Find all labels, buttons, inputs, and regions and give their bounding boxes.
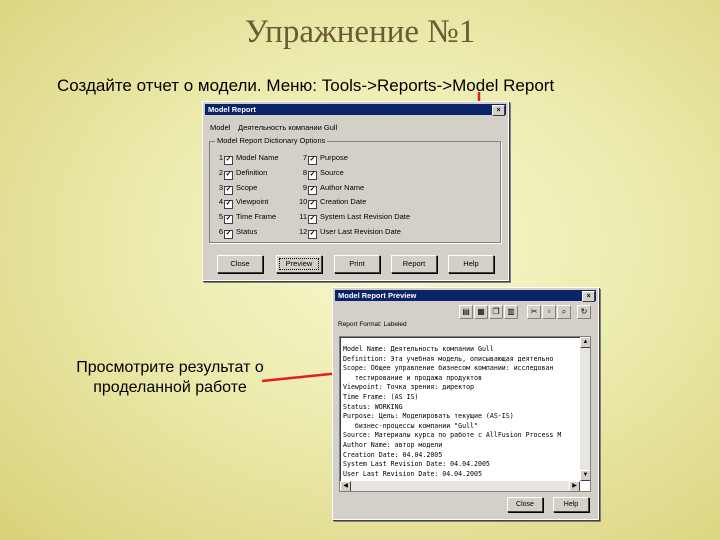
option-number: 12 [299,227,308,236]
option-number: 7 [302,153,307,162]
option-label: Definition [236,168,268,177]
cut-icon[interactable]: ✂ [527,305,541,319]
option-purpose[interactable]: 7 ✓ Purpose [299,152,348,165]
option-source[interactable]: 8 ✓ Source [299,167,344,180]
close-icon[interactable]: × [492,105,505,116]
option-label: Model Name [236,153,279,162]
report-line: Source: Материалы курса по работе с AllF… [343,431,562,440]
option-number: 6 [218,227,223,236]
checkbox-checked[interactable]: ✓ [224,230,233,239]
find-icon[interactable]: ▫ [542,305,556,319]
option-number: 1 [218,153,223,162]
option-author-name[interactable]: 9 ✓ Author Name [299,182,365,195]
report-button[interactable]: Report [391,255,437,273]
option-number: 2 [218,168,223,177]
report-line: System Last Revision Date: 04.04.2005 [343,460,490,469]
report-line: Model Name: Деятельность компании Gull [343,345,494,353]
checkbox-checked[interactable]: ✓ [224,171,233,180]
option-number: 10 [299,197,308,206]
print-button[interactable]: Print [334,255,380,273]
preview-title: Model Report Preview [338,291,417,300]
option-label: Status [236,227,258,236]
report-text-area[interactable]: Model Name: Деятельность компании Gull D… [339,336,591,492]
checkbox-checked[interactable]: ✓ [308,171,317,180]
option-number: 8 [302,168,307,177]
option-label: Viewpoint [236,197,269,206]
option-definition[interactable]: 2 ✓ Definition [215,167,268,180]
search-icon[interactable]: ⌕ [557,305,571,319]
horizontal-scrollbar[interactable]: ◀ ▶ [340,481,580,491]
checkbox-checked[interactable]: ✓ [308,186,317,195]
report-line: Definition: Эта учебная модель, описываю… [343,354,554,363]
model-label: Model [210,123,231,132]
option-model-name[interactable]: 1 ✓ Model Name [215,152,279,165]
report-line: User Last Revision Date: 04.04.2005 [343,469,482,478]
option-number: 5 [218,212,223,221]
option-number: 4 [218,197,223,206]
checkbox-checked[interactable]: ✓ [224,200,233,209]
help-button[interactable]: Help [448,255,494,273]
option-status[interactable]: 6 ✓ Status [215,226,258,239]
option-time-frame[interactable]: 5 ✓ Time Frame [215,211,277,224]
slide-title: Упражнение №1 [244,14,476,50]
model-report-title: Model Report [208,105,256,114]
scroll-up-icon[interactable]: ▲ [580,337,590,348]
option-creation-date[interactable]: 10 ✓ Creation Date [299,196,367,209]
report-line: Time Frame: (AS IS) [343,392,419,401]
preview-close-button[interactable]: Close [507,497,543,512]
option-viewpoint[interactable]: 4 ✓ Viewpoint [215,196,269,209]
close-button[interactable]: Close [217,255,263,273]
copy-icon[interactable]: ❐ [489,305,503,319]
paste-icon[interactable]: ▥ [504,305,518,319]
save-icon[interactable]: ▤ [459,305,473,319]
checkbox-checked[interactable]: ✓ [308,215,317,224]
option-label: System Last Revision Date [320,212,411,221]
option-label: Scope [236,183,258,192]
option-label: Purpose [320,153,348,162]
option-label: Creation Date [320,197,367,206]
report-format-label: Report Format: Labeled [338,321,407,328]
vertical-scrollbar[interactable]: ▲ ▼ [580,337,590,481]
option-label: Time Frame [236,212,277,221]
option-system-last-revision-date[interactable]: 11 ✓ System Last Revision Date [299,211,411,224]
report-line: Status: WORKING [343,402,403,411]
scroll-down-icon[interactable]: ▼ [580,470,590,481]
model-report-titlebar: Model Report × [205,104,506,116]
close-icon[interactable]: × [582,291,595,302]
option-label: User Last Revision Date [320,227,401,236]
checkbox-checked[interactable]: ✓ [224,156,233,165]
report-line: Scope: Общее управление бизнесом компани… [343,364,554,373]
report-line: бизнес-процессы компании "Gull" [343,421,478,430]
report-line: Creation Date: 04.04.2005 [343,450,443,459]
option-label: Source [320,168,344,177]
checkbox-checked[interactable]: ✓ [308,200,317,209]
checkbox-checked[interactable]: ✓ [308,230,317,239]
report-line: Author Name: автор модели [343,440,443,449]
option-number: 11 [299,212,307,221]
option-label: Author Name [320,183,365,192]
print-icon[interactable]: ▦ [474,305,488,319]
preview-button[interactable]: Preview [276,255,322,273]
report-line: Viewpoint: Точка зрения: директор [343,383,475,392]
dictionary-options-label: Model Report Dictionary Options [215,136,328,145]
checkbox-checked[interactable]: ✓ [308,156,317,165]
report-line: тестирование и продажа продуктов [343,373,482,382]
report-line: Purpose: Цель: Моделировать текущие (AS-… [343,412,514,421]
refresh-icon[interactable]: ↻ [577,305,591,319]
checkbox-checked[interactable]: ✓ [224,215,233,224]
model-report-dialog: Model Report × Model Деятельность компан… [202,101,509,281]
option-user-last-revision-date[interactable]: 12 ✓ User Last Revision Date [299,226,401,239]
preview-titlebar: Model Report Preview × [335,290,596,302]
model-name-value: Деятельность компании Gull [238,123,338,132]
scroll-left-icon[interactable]: ◀ [340,481,351,491]
option-number: 3 [218,183,223,192]
scroll-right-icon[interactable]: ▶ [569,481,580,491]
option-scope[interactable]: 3 ✓ Scope [215,182,258,195]
option-number: 9 [302,183,307,192]
preview-note: Просмотрите результат о проделанной рабо… [76,359,264,396]
preview-help-button[interactable]: Help [553,497,589,512]
checkbox-checked[interactable]: ✓ [224,186,233,195]
